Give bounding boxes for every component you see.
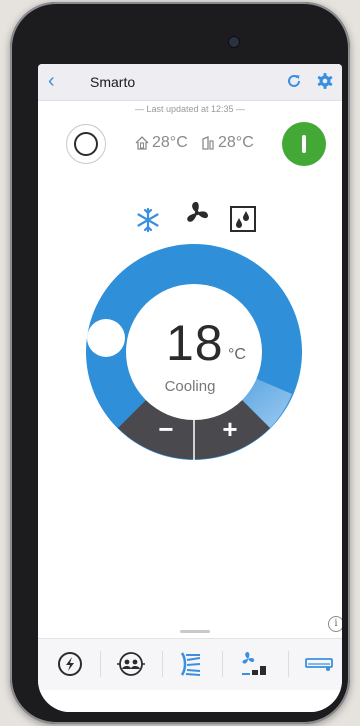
tab-divider bbox=[288, 651, 289, 677]
unit-settings-icon[interactable] bbox=[304, 649, 334, 679]
increase-temp-button[interactable]: + bbox=[210, 414, 250, 444]
last-updated-text: — Last updated at 12:35 — bbox=[134, 104, 246, 114]
home-indicator-area bbox=[38, 690, 342, 712]
power-toggle-button[interactable] bbox=[282, 122, 326, 166]
swing-vane-icon[interactable] bbox=[178, 649, 204, 679]
bottom-tab-bar bbox=[38, 638, 342, 691]
indoor-temperature: 28°C bbox=[134, 134, 188, 152]
tab-divider bbox=[100, 651, 101, 677]
fan-speed-icon[interactable] bbox=[238, 649, 272, 679]
outdoor-temperature: 28°C bbox=[200, 134, 254, 152]
back-chevron-icon[interactable]: ‹ bbox=[48, 71, 55, 91]
power-schedule-icon[interactable] bbox=[56, 649, 84, 679]
refresh-icon[interactable] bbox=[286, 73, 302, 89]
occupancy-sensor-icon[interactable] bbox=[116, 649, 146, 679]
tab-divider bbox=[162, 651, 163, 677]
indoor-temp-value: 28°C bbox=[152, 134, 188, 151]
setpoint-temperature: 18 bbox=[166, 315, 224, 371]
dry-mode-icon[interactable] bbox=[228, 204, 258, 234]
outdoor-unit-icon bbox=[202, 136, 214, 150]
gear-icon[interactable] bbox=[316, 72, 334, 90]
info-icon[interactable]: i bbox=[328, 616, 342, 632]
app-screen: ‹ Smarto — Last updated at 12:35 — 28°C … bbox=[38, 64, 342, 712]
snowflake-icon[interactable] bbox=[134, 206, 162, 234]
tab-divider bbox=[222, 651, 223, 677]
front-camera bbox=[228, 36, 240, 48]
drawer-handle[interactable] bbox=[180, 630, 210, 633]
standby-icon[interactable] bbox=[66, 124, 106, 164]
fan-icon[interactable] bbox=[182, 198, 212, 228]
app-title: Smarto bbox=[90, 74, 136, 90]
decrease-temp-button[interactable]: − bbox=[146, 414, 186, 444]
indoor-house-icon bbox=[135, 136, 149, 150]
outdoor-temp-value: 28°C bbox=[218, 134, 254, 151]
app-bar: ‹ Smarto bbox=[38, 64, 342, 101]
setpoint-unit: °C bbox=[228, 346, 246, 363]
mode-status-label: Cooling bbox=[164, 378, 216, 395]
dial-knob[interactable] bbox=[87, 319, 125, 357]
phone-frame: ‹ Smarto — Last updated at 12:35 — 28°C … bbox=[10, 2, 350, 724]
